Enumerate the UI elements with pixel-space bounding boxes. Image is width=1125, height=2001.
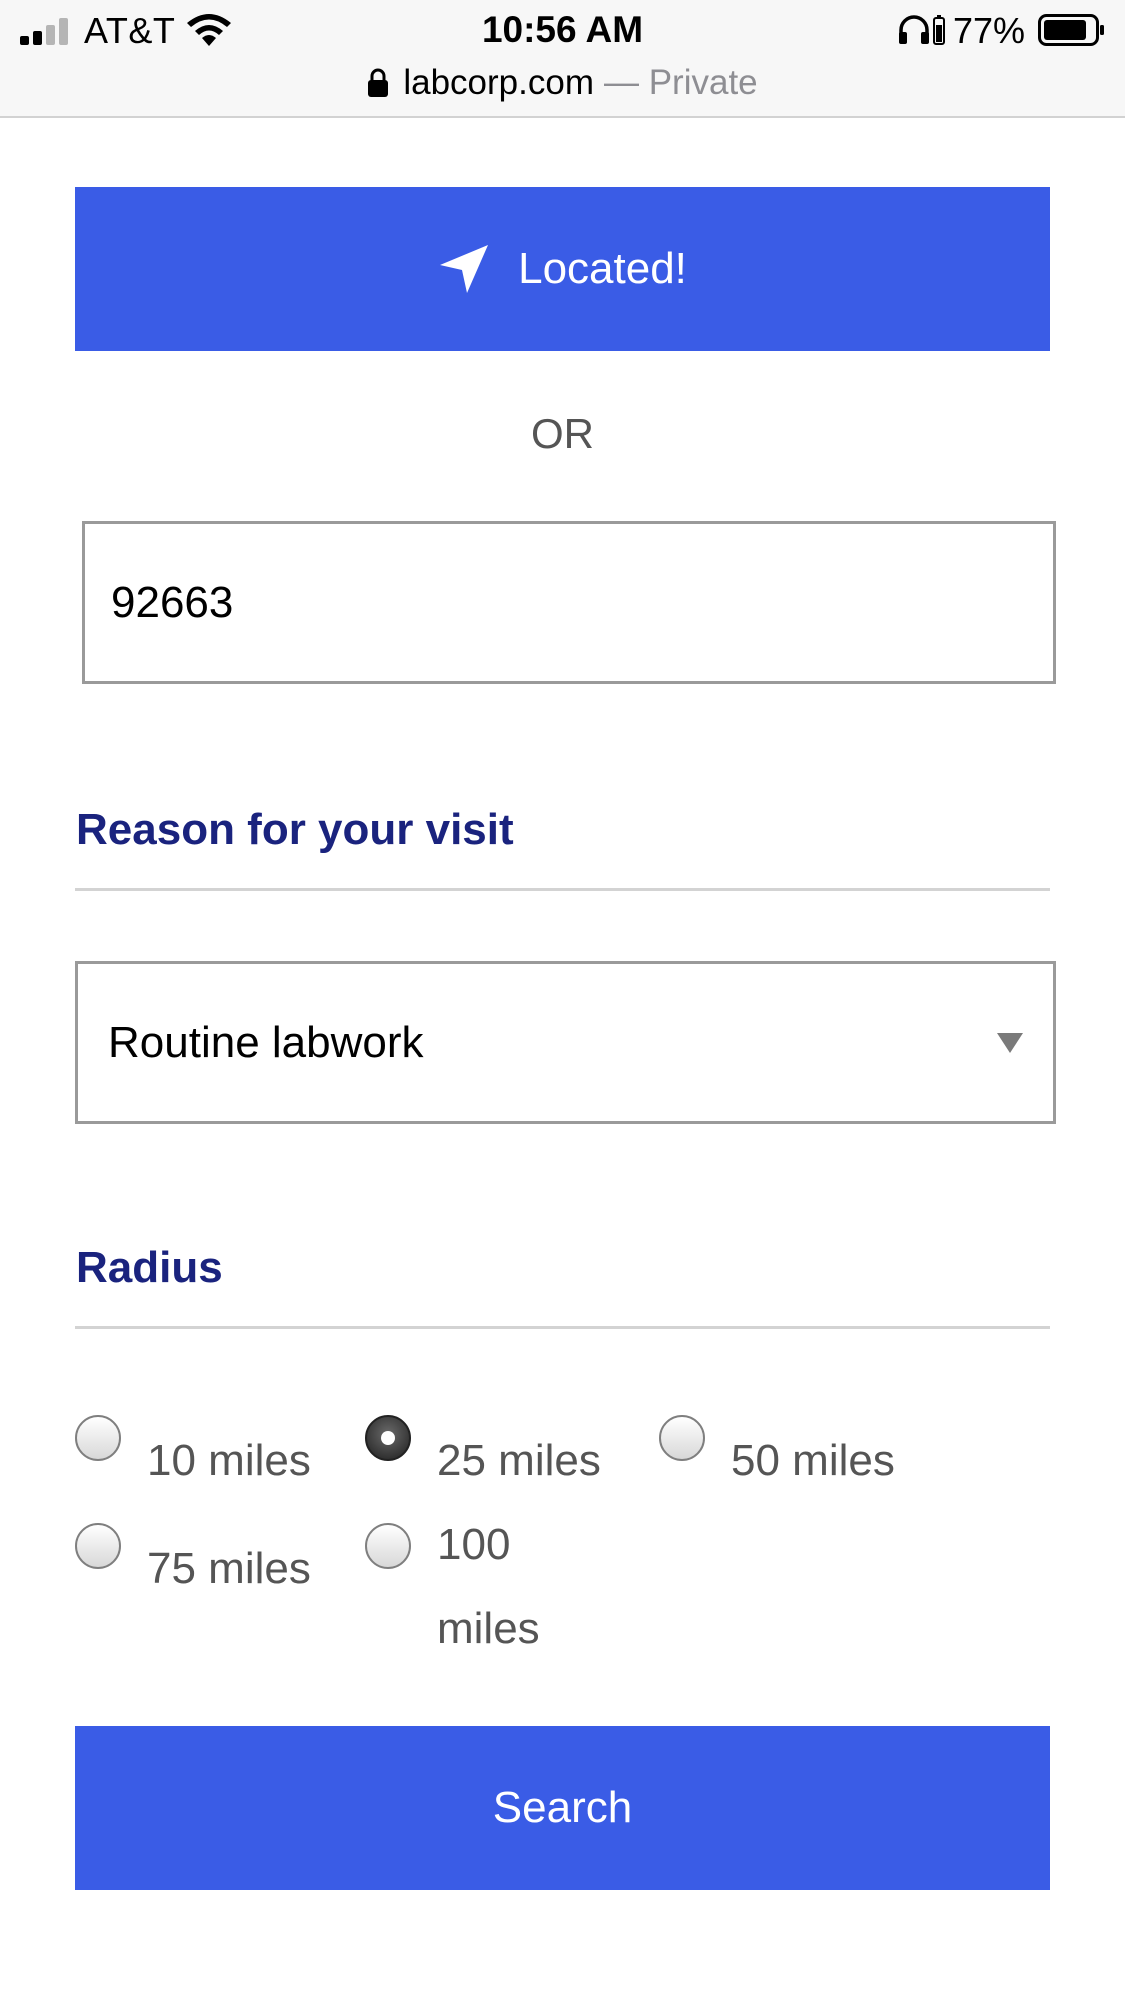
reason-section-title: Reason for your visit — [76, 805, 514, 854]
radius-option-50-miles[interactable]: 50 miles — [659, 1415, 895, 1503]
radius-option-10-miles[interactable]: 10 miles — [75, 1415, 311, 1503]
page: AT&T 10:56 AM 77% labcorp.com — Private … — [0, 0, 1125, 2001]
radio-button-selected[interactable] — [365, 1415, 411, 1461]
dropdown-triangle-icon — [997, 1033, 1023, 1053]
browser-top-bar: AT&T 10:56 AM 77% labcorp.com — Private — [0, 0, 1125, 118]
zip-code-input[interactable]: 92663 — [82, 521, 1056, 684]
reason-selected-value: Routine labwork — [108, 1017, 424, 1067]
radius-option-75-miles[interactable]: 75 miles — [75, 1523, 311, 1611]
use-my-location-button[interactable]: Located! — [75, 187, 1050, 351]
or-separator: OR — [531, 410, 594, 457]
section-divider — [75, 1326, 1050, 1329]
radius-option-100-miles[interactable]: 100 miles — [365, 1520, 557, 1671]
radio-label: 75 miles — [147, 1544, 311, 1593]
location-arrow-icon — [440, 245, 489, 293]
url-bar[interactable]: labcorp.com — Private — [0, 58, 1125, 108]
zip-code-value: 92663 — [111, 577, 234, 627]
url-domain: labcorp.com — [403, 63, 594, 102]
radio-label: 25 miles — [437, 1436, 601, 1485]
located-label: Located! — [518, 244, 687, 293]
search-label: Search — [492, 1783, 633, 1832]
private-indicator: — Private — [603, 63, 758, 102]
search-button[interactable]: Search — [75, 1726, 1050, 1890]
radio-label: 10 miles — [147, 1436, 311, 1485]
radio-label: 50 miles — [731, 1436, 895, 1485]
radius-option-25-miles[interactable]: 25 miles — [365, 1415, 601, 1503]
radio-label: 100 miles — [437, 1520, 540, 1653]
radio-button[interactable] — [75, 1523, 121, 1569]
radio-button[interactable] — [659, 1415, 705, 1461]
section-divider — [75, 888, 1050, 891]
battery-percent: 77% — [953, 10, 1026, 51]
radio-button[interactable] — [75, 1415, 121, 1461]
charging-indicator-icon — [933, 15, 945, 45]
reason-select[interactable]: Routine labwork — [75, 961, 1056, 1124]
headphones-icon — [899, 15, 929, 44]
battery-icon — [1038, 14, 1104, 46]
radius-section-title: Radius — [76, 1243, 223, 1292]
radio-button[interactable] — [365, 1523, 411, 1569]
lock-icon — [368, 68, 389, 97]
status-bar: AT&T 10:56 AM 77% — [0, 0, 1125, 62]
